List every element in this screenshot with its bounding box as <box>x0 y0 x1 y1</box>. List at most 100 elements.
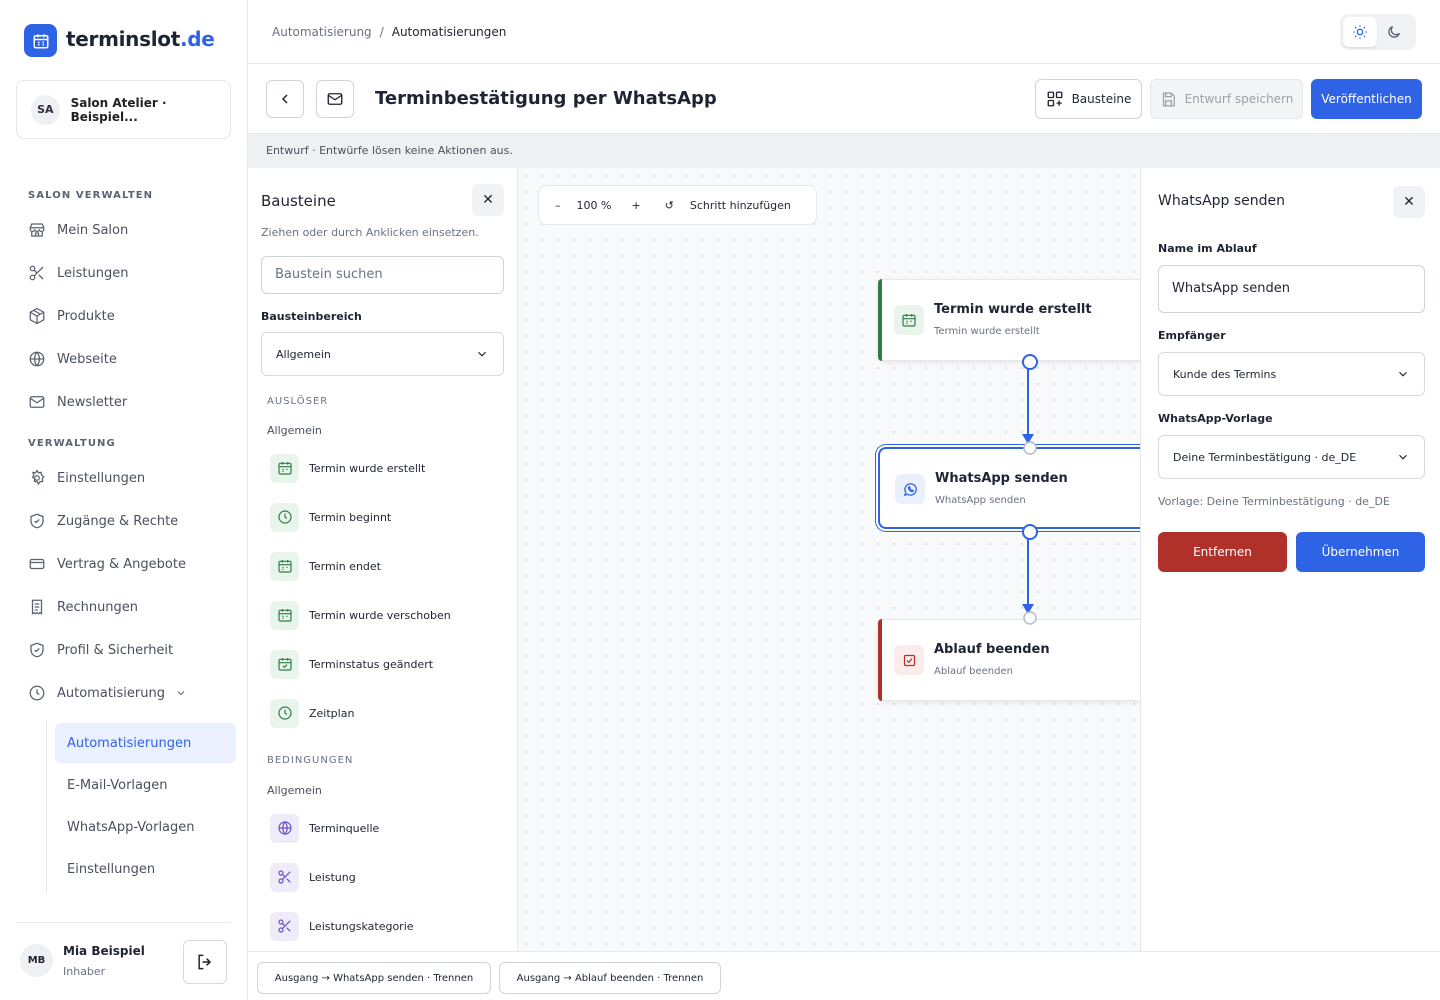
apply-button[interactable]: Übernehmen <box>1296 532 1425 572</box>
chevron-down-icon <box>478 351 486 357</box>
palette-close-button[interactable]: ✕ <box>472 184 504 216</box>
back-button[interactable] <box>266 80 304 118</box>
user-role: Inhaber <box>63 965 106 978</box>
shield-check-icon <box>30 513 44 529</box>
sidebar-item-profil[interactable]: Profil & Sicherheit <box>28 640 173 660</box>
sidebar-item-leistungen[interactable]: Leistungen <box>28 263 128 283</box>
shield-icon <box>30 642 44 658</box>
block-terminstatus-geaendert[interactable]: Terminstatus geändert <box>270 649 433 679</box>
breadcrumb-current: Automatisierungen <box>391 25 507 39</box>
sidebar-subitem-email-vorlagen[interactable]: E-Mail-Vorlagen <box>55 765 236 805</box>
salon-switcher[interactable]: SA Salon Atelier · Beispiel... <box>16 80 231 139</box>
block-zeitplan[interactable]: Zeitplan <box>270 698 354 728</box>
sidebar-item-vertrag[interactable]: Vertrag & Angebote <box>28 554 186 574</box>
conditions-heading: BEDINGUNGEN <box>267 755 354 766</box>
theme-toggle <box>1340 14 1416 50</box>
editor-header: Terminbestätigung per WhatsApp Bausteine… <box>248 64 1440 134</box>
logout-button[interactable] <box>183 940 227 984</box>
blocks-button[interactable]: Bausteine <box>1035 79 1142 119</box>
globe-icon <box>29 351 45 367</box>
sidebar-item-produkte[interactable]: Produkte <box>28 306 115 326</box>
credit-card-icon <box>29 558 45 570</box>
calendar-logo-icon <box>24 24 57 57</box>
output-port <box>1022 354 1038 370</box>
receipt-icon <box>31 599 43 616</box>
sun-icon <box>1353 25 1367 39</box>
salon-avatar: SA <box>31 94 60 125</box>
sidebar-item-mein-salon[interactable]: Mein Salon <box>28 220 128 240</box>
block-termin-erstellt[interactable]: Termin wurde erstellt <box>270 453 425 483</box>
sidebar-subitem-whatsapp-vorlagen[interactable]: WhatsApp-Vorlagen <box>55 807 236 847</box>
conditions-subheading: Allgemein <box>267 784 322 797</box>
calendar-check-icon <box>277 658 292 671</box>
clock-icon <box>277 510 292 524</box>
sidebar: terminslot.de SA Salon Atelier · Beispie… <box>0 0 248 1000</box>
breadcrumb-parent[interactable]: Automatisierung <box>272 25 372 39</box>
gear-icon <box>31 469 45 486</box>
step-name-input[interactable]: WhatsApp senden <box>1158 265 1425 313</box>
save-draft-button[interactable]: Entwurf speichern <box>1150 79 1303 119</box>
avatar: MB <box>20 944 53 977</box>
inspector-panel: WhatsApp senden ✕ Name im Ablauf WhatsAp… <box>1140 168 1440 951</box>
mail-icon <box>327 93 343 105</box>
clock-icon <box>29 685 45 701</box>
recipient-label: Empfänger <box>1158 329 1226 342</box>
recipient-select[interactable]: Kunde des Termins <box>1158 352 1425 396</box>
block-termin-verschoben[interactable]: Termin wurde verschoben <box>270 600 451 630</box>
store-icon <box>29 223 45 237</box>
blocks-icon <box>1047 91 1062 107</box>
section-label-verwaltung: VERWALTUNG <box>28 438 116 449</box>
palette-title: Bausteine <box>261 192 336 210</box>
remove-button[interactable]: Entfernen <box>1158 532 1287 572</box>
chevron-down-icon <box>177 691 185 696</box>
calendar-icon <box>277 609 292 622</box>
topbar: Automatisierung / Automatisierungen <box>248 0 1440 64</box>
sidebar-item-rechnungen[interactable]: Rechnungen <box>28 597 138 617</box>
sidebar-subitem-automatisierungen[interactable]: Automatisierungen <box>55 723 236 763</box>
divider <box>16 922 231 923</box>
calendar-icon <box>277 462 292 475</box>
light-mode-button[interactable] <box>1343 17 1377 47</box>
inspector-title: WhatsApp senden <box>1158 193 1286 209</box>
area-select[interactable]: Allgemein <box>261 332 504 376</box>
output-port <box>1022 524 1038 540</box>
sidebar-item-automatisierung[interactable]: Automatisierung <box>28 683 187 703</box>
block-leistungskategorie[interactable]: Leistungskategorie <box>270 911 414 941</box>
connections-bar: Ausgang → WhatsApp senden · Trennen Ausg… <box>248 951 1440 1000</box>
scissors-icon <box>29 265 44 281</box>
inspector-close-button[interactable]: ✕ <box>1393 186 1425 218</box>
scissors-icon <box>277 919 291 933</box>
clock-icon <box>277 706 292 720</box>
block-leistung[interactable]: Leistung <box>270 862 356 892</box>
salon-name: Salon Atelier · Beispiel... <box>70 95 167 124</box>
block-termin-endet[interactable]: Termin endet <box>270 551 381 581</box>
block-termin-beginnt[interactable]: Termin beginnt <box>270 502 391 532</box>
brand-logo[interactable]: terminslot.de <box>66 27 215 51</box>
template-note: Vorlage: Deine Terminbestätigung · de_DE <box>1158 495 1390 508</box>
template-select[interactable]: Deine Terminbestätigung · de_DE <box>1158 435 1425 479</box>
triggers-subheading: Allgemein <box>267 424 322 437</box>
flow-canvas[interactable]: – 100 % + ↺ Schritt hinzufügen Termin wu… <box>518 168 1140 951</box>
block-terminquelle[interactable]: Terminquelle <box>270 813 379 843</box>
sidebar-item-einstellungen[interactable]: Einstellungen <box>28 468 145 488</box>
save-icon <box>1162 91 1175 107</box>
publish-button[interactable]: Veröffentlichen <box>1311 79 1422 119</box>
moon-icon <box>1388 26 1400 38</box>
disconnect-chip[interactable]: Ausgang → WhatsApp senden · Trennen <box>257 962 491 994</box>
chevron-down-icon <box>1399 454 1407 460</box>
sidebar-subitem-einstellungen[interactable]: Einstellungen <box>55 849 236 889</box>
sidebar-item-zugaenge[interactable]: Zugänge & Rechte <box>28 511 178 531</box>
sidebar-item-webseite[interactable]: Webseite <box>28 349 117 369</box>
block-search-input[interactable]: Baustein suchen <box>261 256 504 294</box>
page-title: Terminbestätigung per WhatsApp <box>375 88 717 109</box>
chevron-down-icon <box>1399 371 1407 377</box>
name-label: Name im Ablauf <box>1158 242 1257 255</box>
dark-mode-button[interactable] <box>1377 17 1411 47</box>
mail-icon <box>29 396 45 408</box>
disconnect-chip[interactable]: Ausgang → Ablauf beenden · Trennen <box>499 962 721 994</box>
input-port <box>1023 611 1037 625</box>
channel-button[interactable] <box>316 80 354 118</box>
logout-icon <box>198 954 212 970</box>
sidebar-item-newsletter[interactable]: Newsletter <box>28 392 127 412</box>
globe-icon <box>277 821 292 835</box>
